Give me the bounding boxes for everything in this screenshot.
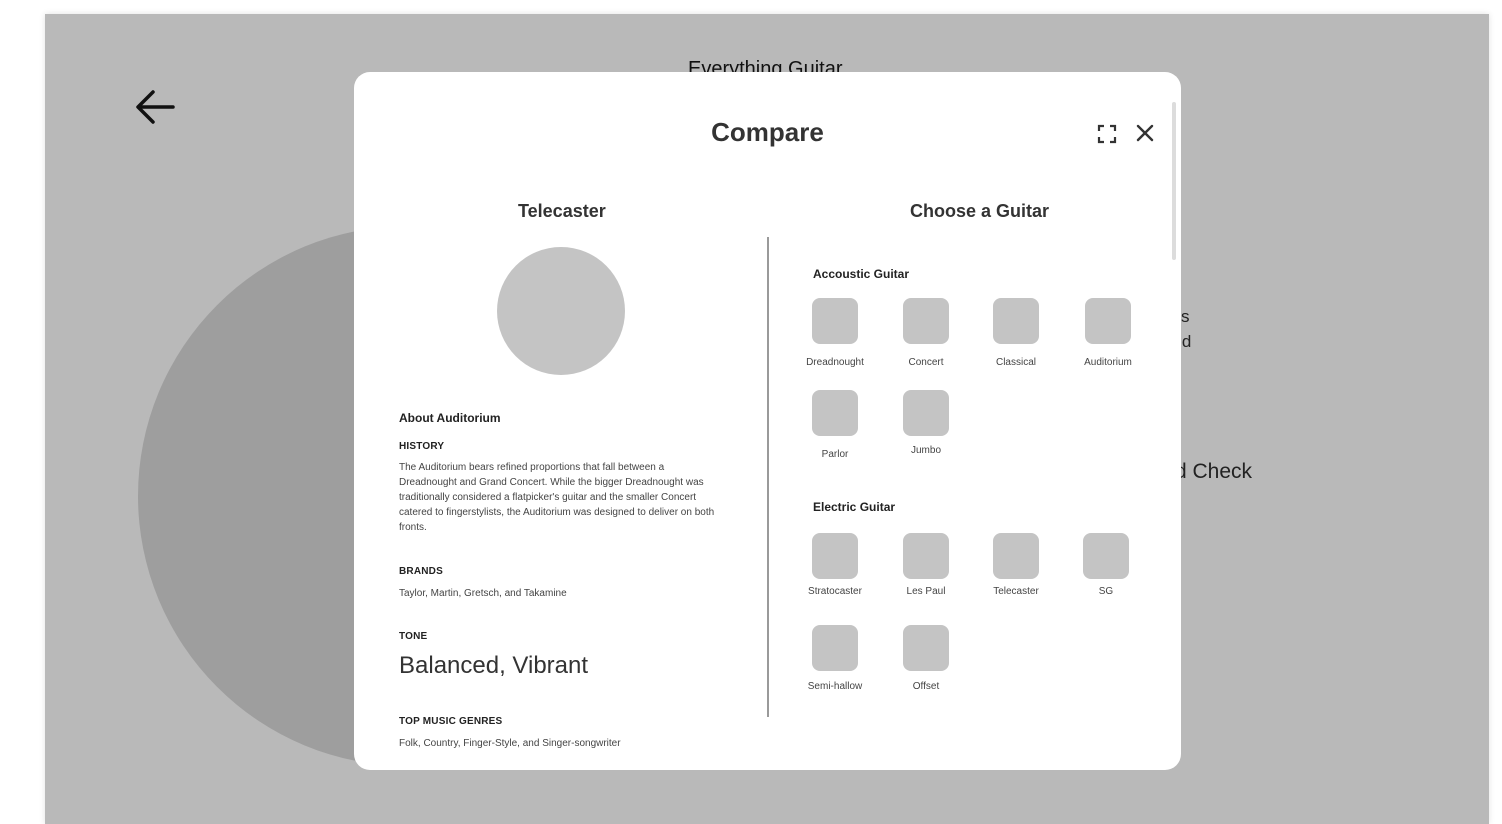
brands-label: BRANDS <box>399 566 443 577</box>
tone-label: TONE <box>399 631 428 642</box>
guitar-thumbnail <box>812 390 858 436</box>
guitar-option-classical[interactable]: Classical <box>976 298 1056 368</box>
brands-text: Taylor, Martin, Gretsch, and Takamine <box>399 588 567 599</box>
guitar-thumbnail <box>903 298 949 344</box>
guitar-thumbnail <box>903 390 949 436</box>
guitar-image-placeholder <box>497 247 625 375</box>
guitar-thumbnail <box>903 625 949 671</box>
guitar-option-jumbo[interactable]: Jumbo <box>886 390 966 456</box>
guitar-option-concert[interactable]: Concert <box>886 298 966 368</box>
electric-category-label: Electric Guitar <box>813 500 896 514</box>
acoustic-category-label: Accoustic Guitar <box>813 267 910 281</box>
guitar-option-label: Offset <box>912 681 940 692</box>
choose-guitar-title: Choose a Guitar <box>910 201 1050 221</box>
guitar-option-label: Classical <box>995 357 1036 368</box>
history-label: HISTORY <box>399 441 445 452</box>
guitar-option-stratocaster[interactable]: Stratocaster <box>795 533 875 597</box>
guitar-option-offset[interactable]: Offset <box>886 625 966 692</box>
expand-button[interactable] <box>1097 124 1117 144</box>
column-divider <box>767 237 769 717</box>
guitar-option-label: Stratocaster <box>808 586 862 597</box>
guitar-option-label: Dreadnought <box>806 357 864 368</box>
genres-label: TOP MUSIC GENRES <box>399 716 503 727</box>
guitar-thumbnail <box>993 533 1039 579</box>
guitar-option-telecaster[interactable]: Telecaster <box>976 533 1056 597</box>
guitar-option-label: Semi-hallow <box>807 681 863 692</box>
guitar-option-label: Concert <box>908 357 944 368</box>
modal-title: Compare <box>711 117 824 147</box>
guitar-option-label: Auditorium <box>1084 357 1132 368</box>
back-button[interactable] <box>133 86 179 128</box>
close-button[interactable] <box>1135 123 1155 143</box>
compare-modal: Compare Telecaster About Auditorium HIST… <box>354 72 1181 770</box>
modal-scrollbar[interactable] <box>1172 102 1176 260</box>
guitar-thumbnail <box>1085 298 1131 344</box>
history-text: The Auditorium bears refined proportions… <box>399 462 715 533</box>
guitar-option-parlor[interactable]: Parlor <box>795 390 875 460</box>
guitar-thumbnail <box>812 533 858 579</box>
guitar-option-semi-hallow[interactable]: Semi-hallow <box>795 625 875 692</box>
guitar-option-label: SG <box>1098 586 1114 597</box>
guitar-option-dreadnought[interactable]: Dreadnought <box>795 298 875 368</box>
close-icon <box>1136 124 1154 142</box>
tone-value: Balanced, Vibrant <box>399 652 589 679</box>
guitar-option-label: Jumbo <box>910 445 941 456</box>
selected-guitar-title: Telecaster <box>518 201 606 221</box>
genres-text: Folk, Country, Finger-Style, and Singer-… <box>399 738 621 749</box>
guitar-option-label: Telecaster <box>993 586 1039 597</box>
guitar-thumbnail <box>812 298 858 344</box>
guitar-thumbnail <box>993 298 1039 344</box>
expand-icon <box>1097 124 1117 144</box>
guitar-option-sg[interactable]: SG <box>1066 533 1146 597</box>
background-heading-fragment: d Check <box>1175 460 1253 483</box>
guitar-thumbnail <box>903 533 949 579</box>
arrow-left-icon <box>136 90 175 124</box>
about-heading: About Auditorium <box>399 411 501 425</box>
guitar-option-label: Les Paul <box>906 586 946 597</box>
guitar-option-label: Parlor <box>821 449 849 460</box>
guitar-thumbnail <box>812 625 858 671</box>
guitar-option-les-paul[interactable]: Les Paul <box>886 533 966 597</box>
guitar-thumbnail <box>1083 533 1129 579</box>
guitar-option-auditorium[interactable]: Auditorium <box>1068 298 1148 368</box>
